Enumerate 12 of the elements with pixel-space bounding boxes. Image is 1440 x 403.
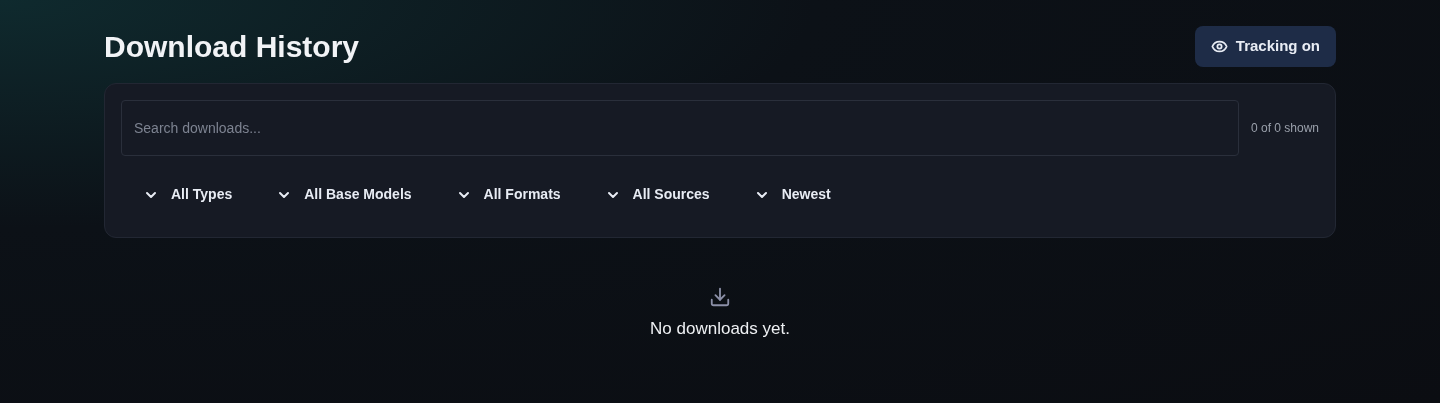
filter-dropdown[interactable]: All Types — [139, 180, 237, 209]
filter-dropdown[interactable]: All Formats — [451, 180, 565, 209]
empty-message: No downloads yet. — [650, 318, 790, 340]
page-title: Download History — [104, 28, 359, 65]
eye-icon — [1210, 38, 1228, 55]
filter-dropdown[interactable]: All Sources — [600, 180, 714, 209]
filter-dropdown[interactable]: Newest — [749, 180, 835, 209]
result-count: 0 of 0 shown — [1250, 120, 1319, 137]
search-field[interactable]: Search downloads... — [121, 100, 1239, 156]
filter-dropdown[interactable]: All Base Models — [272, 180, 416, 209]
tracking-button[interactable]: Tracking on — [1194, 26, 1336, 67]
download-icon — [709, 286, 731, 308]
